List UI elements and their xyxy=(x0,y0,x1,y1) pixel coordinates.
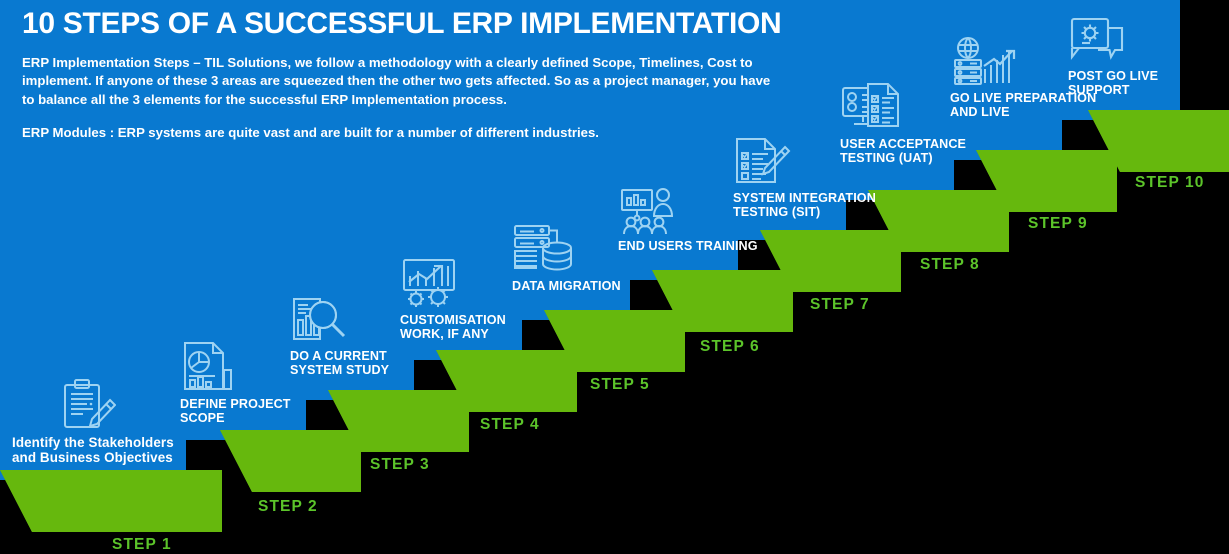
report-piechart-barchart-icon xyxy=(180,340,330,392)
page-title: 10 STEPS OF A SUCCESSFUL ERP IMPLEMENTAT… xyxy=(22,7,782,40)
checklist-pen-icon xyxy=(733,136,883,186)
step-2-block xyxy=(220,430,361,492)
intro-paragraph-2: ERP Modules : ERP systems are quite vast… xyxy=(22,124,599,140)
monitor-checklist-icon xyxy=(840,82,990,132)
step-9-number: STEP 9 xyxy=(1028,215,1088,232)
step-2-panel: DEFINE PROJECT SCOPE xyxy=(180,340,330,425)
step-2-number: STEP 2 xyxy=(258,498,318,515)
step-7-number: STEP 7 xyxy=(810,296,870,313)
step-8-number: STEP 8 xyxy=(920,256,980,273)
step-4-number: STEP 4 xyxy=(480,416,540,433)
step-5-number: STEP 5 xyxy=(590,376,650,393)
step-1-label: Identify the Stakeholders and Business O… xyxy=(12,435,174,465)
step-1-number: STEP 1 xyxy=(112,536,172,553)
magnifier-barchart-icon xyxy=(290,296,440,344)
infographic-canvas: 10 STEPS OF A SUCCESSFUL ERP IMPLEMENTAT… xyxy=(0,0,1229,554)
step-6-number: STEP 6 xyxy=(700,338,760,355)
globe-servers-growth-icon xyxy=(950,36,1100,86)
clipboard-pencil-icon xyxy=(60,378,187,430)
step-3-number: STEP 3 xyxy=(370,456,430,473)
header: 10 STEPS OF A SUCCESSFUL ERP IMPLEMENTAT… xyxy=(22,8,782,142)
step-1-block xyxy=(0,470,222,532)
intro-paragraph-1: ERP Implementation Steps – TIL Solutions… xyxy=(22,54,771,107)
step-10-number: STEP 10 xyxy=(1135,174,1205,191)
step-1-panel: Identify the Stakeholders and Business O… xyxy=(12,378,187,465)
step-2-label: DEFINE PROJECT SCOPE xyxy=(180,397,291,426)
